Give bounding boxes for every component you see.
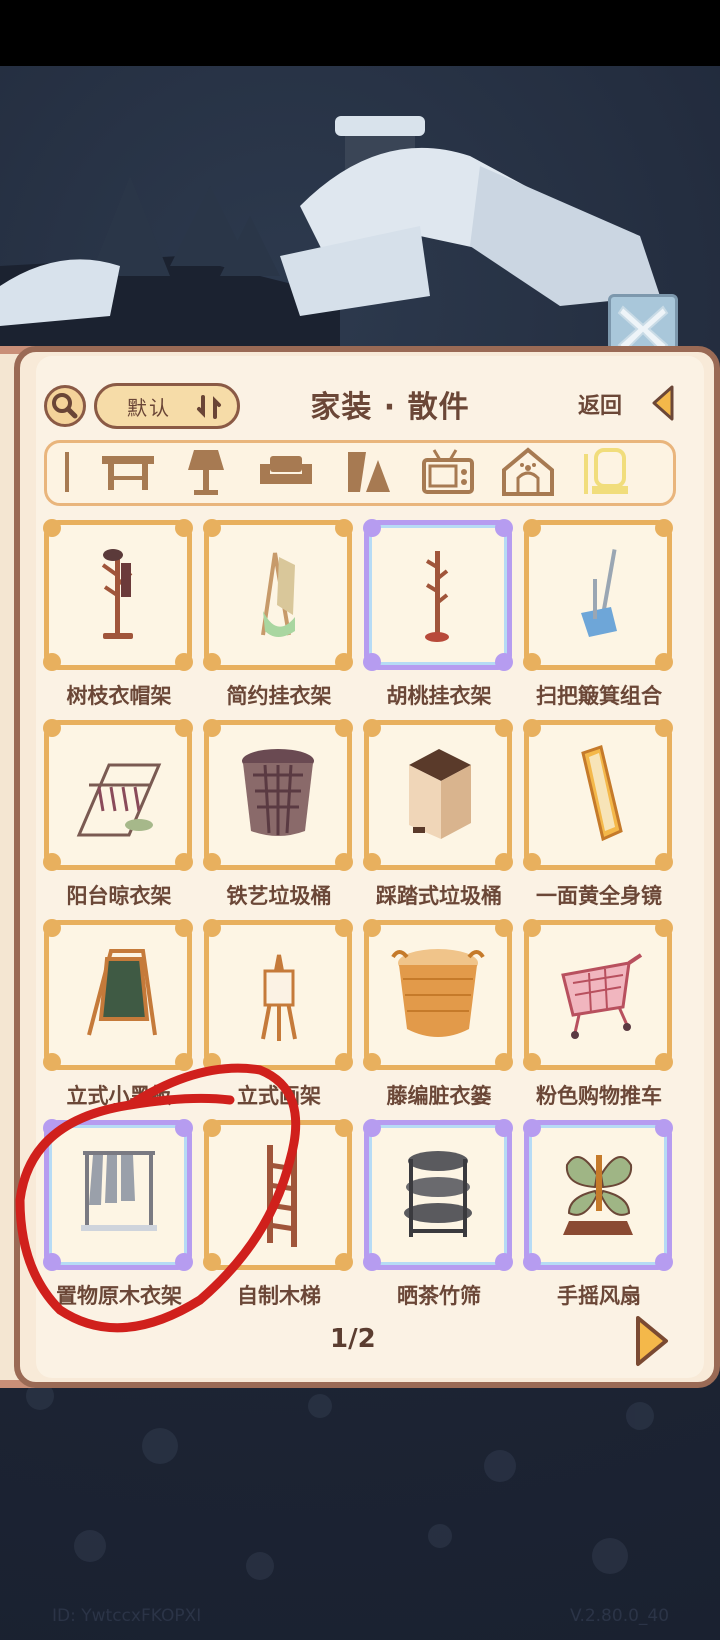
item-label: 树枝衣帽架 [66, 684, 172, 708]
item-label: 置物原木衣架 [56, 1284, 182, 1308]
item-frame [203, 1119, 353, 1271]
tab-pet-house-icon[interactable] [498, 446, 558, 498]
iron-trash-can-icon [242, 749, 314, 836]
item-frame [523, 519, 673, 671]
tab-stick-icon[interactable] [60, 446, 74, 498]
item-frame [523, 719, 673, 871]
item-label: 扫把簸箕组合 [536, 684, 662, 708]
item-frame [523, 919, 673, 1071]
item-frame [363, 719, 513, 871]
item-frame [43, 719, 193, 871]
next-page-arrow-icon[interactable] [632, 1314, 672, 1368]
item-label: 晒茶竹筛 [397, 1284, 481, 1308]
item-label: 踩踏式垃圾桶 [376, 884, 502, 908]
item-label: 立式画架 [237, 1084, 321, 1108]
item-label: 阳台晾衣架 [66, 884, 172, 908]
tab-tv-icon[interactable] [420, 446, 476, 498]
tab-sofa-icon[interactable] [256, 446, 316, 498]
item-frame [43, 519, 193, 671]
status-bar [0, 0, 720, 66]
walnut-hanger-icon [425, 551, 449, 642]
tab-lamp-icon[interactable] [184, 446, 228, 498]
back-arrow-icon[interactable] [650, 384, 676, 422]
pink-shopping-cart-icon [561, 953, 643, 1039]
item-label: 简约挂衣架 [226, 684, 332, 708]
item-label: 一面黄全身镜 [536, 884, 662, 908]
item-label: 胡桃挂衣架 [386, 684, 492, 708]
player-id-text: ID: YwtccxFKOPXI [52, 1606, 202, 1626]
easel-icon [261, 954, 297, 1041]
broom-dustpan-icon [581, 549, 617, 637]
item-frame [203, 719, 353, 871]
tab-table-icon[interactable] [98, 446, 158, 498]
log-clothes-rack-icon [81, 1151, 157, 1231]
item-frame [363, 919, 513, 1071]
item-frame [203, 519, 353, 671]
branch-coat-rack-icon [101, 549, 133, 639]
hand-crank-fan-icon [563, 1155, 633, 1235]
item-frame [363, 1119, 513, 1271]
item-label: 粉色购物推车 [536, 1084, 662, 1108]
item-label: 藤编脏衣篓 [386, 1084, 492, 1108]
tab-shapes-icon[interactable] [344, 446, 394, 498]
tea-drying-sieve-icon [404, 1151, 472, 1237]
sort-label: 默认 [127, 395, 171, 420]
back-label[interactable]: 返回 [578, 388, 622, 420]
item-label: 立式小黑板 [66, 1084, 172, 1108]
page-title: 家装 · 散件 [310, 390, 470, 425]
pedal-trash-can-icon [409, 749, 471, 839]
item-frame [43, 919, 193, 1071]
version-text: V.2.80.0_40 [570, 1606, 670, 1626]
search-icon [52, 393, 78, 419]
wooden-ladder-icon [267, 1145, 297, 1247]
item-frame [523, 1119, 673, 1271]
sort-button[interactable]: 默认 [94, 383, 240, 429]
item-label: 自制木梯 [237, 1284, 321, 1308]
item-label: 手摇风扇 [557, 1284, 641, 1308]
item-frame [203, 919, 353, 1071]
standing-blackboard-icon [87, 949, 157, 1036]
item-frame [43, 1119, 193, 1271]
item-frame [363, 519, 513, 671]
rattan-laundry-basket-icon [391, 949, 485, 1037]
tab-coat-rack-icon[interactable] [582, 446, 638, 498]
search-button[interactable] [44, 385, 86, 427]
sort-order-icon [197, 395, 221, 419]
item-label: 铁艺垃圾桶 [226, 884, 332, 908]
yellow-mirror-icon [581, 745, 623, 842]
page-indicator: 1/2 [330, 1324, 376, 1354]
simple-hanger-icon [261, 552, 295, 637]
drying-rack-icon [76, 763, 162, 837]
